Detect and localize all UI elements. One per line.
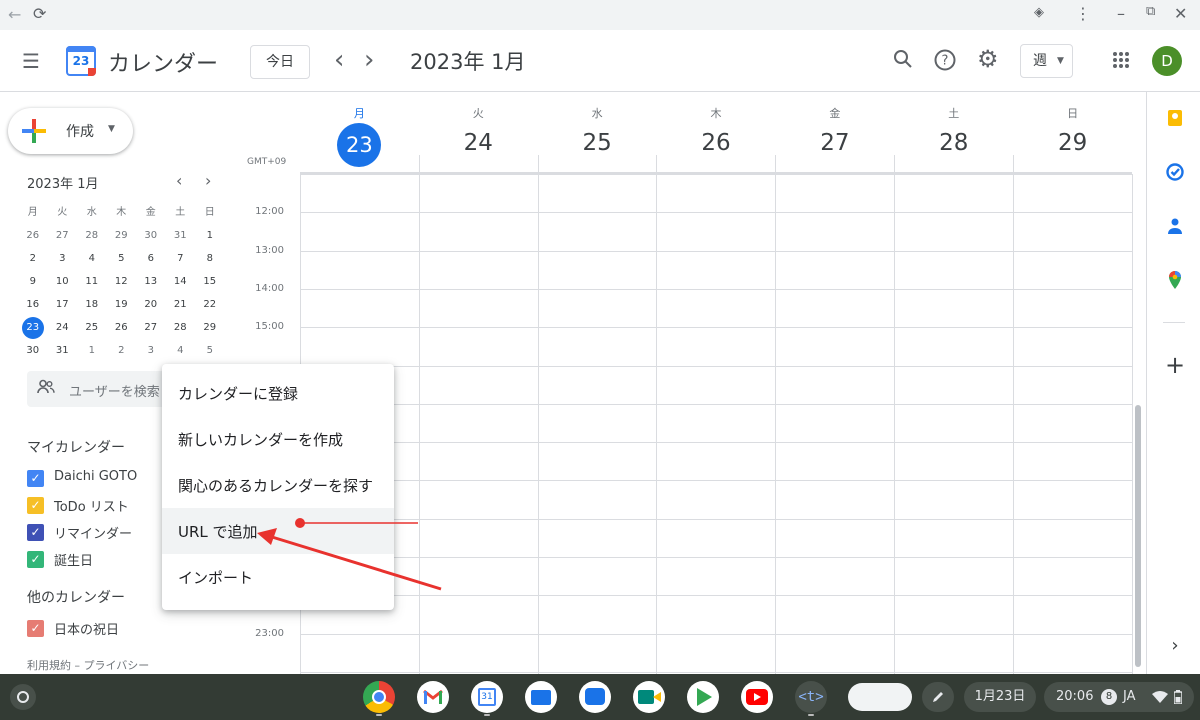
chrome-app-icon[interactable] bbox=[363, 681, 395, 713]
messages-app-icon[interactable] bbox=[579, 681, 611, 713]
annotation-arrow-shaft bbox=[271, 535, 442, 591]
header-column-separator bbox=[775, 155, 777, 175]
annotation-arrows bbox=[257, 518, 442, 591]
files-app-icon[interactable] bbox=[525, 681, 557, 713]
header-column-separator bbox=[894, 155, 895, 175]
header-column-separator bbox=[418, 155, 420, 175]
calendar-app-icon[interactable]: 31 bbox=[471, 681, 503, 713]
terminal-app-icon[interactable]: <t> bbox=[795, 681, 827, 713]
notification-badge: 8 bbox=[1101, 689, 1117, 705]
system-shelf: 31 <t> 1月23日 20:06 8 JA bbox=[0, 674, 1200, 720]
ime-indicator: JA bbox=[1123, 689, 1136, 704]
annotation-dot bbox=[295, 518, 305, 528]
wifi-icon bbox=[1152, 691, 1168, 703]
system-tray[interactable]: 20:06 8 JA bbox=[1044, 682, 1194, 712]
launcher-button[interactable] bbox=[10, 684, 36, 710]
gmail-app-icon[interactable] bbox=[417, 681, 449, 713]
shelf-date[interactable]: 1月23日 bbox=[964, 682, 1036, 712]
battery-icon bbox=[1174, 690, 1182, 704]
header-column-separator bbox=[1012, 155, 1014, 175]
play-store-app-icon[interactable] bbox=[687, 681, 719, 713]
header-column-separator bbox=[537, 155, 539, 175]
header-column-separator bbox=[656, 155, 658, 175]
shelf-time: 20:06 bbox=[1056, 689, 1094, 704]
youtube-app-icon[interactable] bbox=[741, 681, 773, 713]
meet-app-icon[interactable] bbox=[633, 681, 665, 713]
stylus-tools-button[interactable] bbox=[922, 682, 954, 712]
annotation-arrow-head bbox=[257, 528, 277, 545]
tote-holding-space[interactable] bbox=[848, 683, 912, 711]
